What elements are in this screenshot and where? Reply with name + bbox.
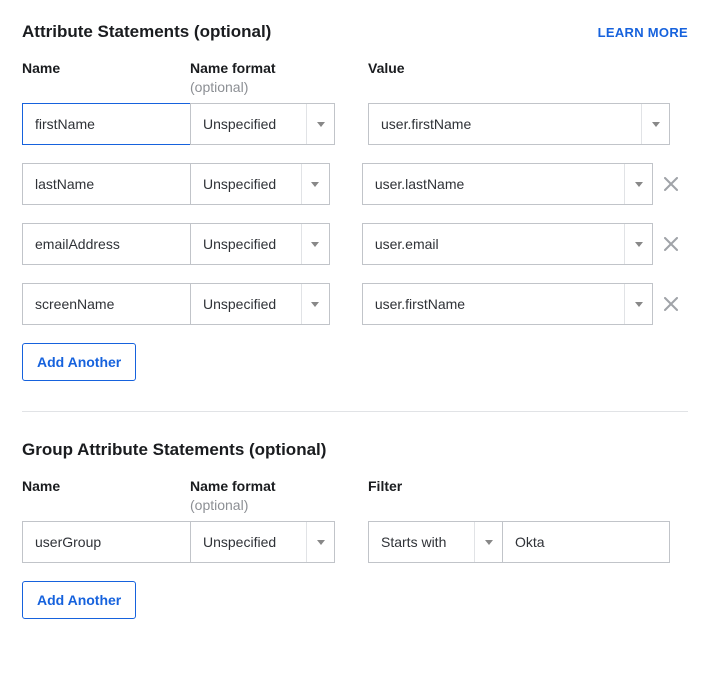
section-header-group: Group Attribute Statements (optional)	[22, 440, 688, 460]
attribute-row: Unspecified	[22, 163, 688, 205]
remove-row-button[interactable]	[653, 177, 688, 191]
name-format-select[interactable]: Unspecified	[190, 163, 330, 205]
chevron-down-icon	[301, 224, 329, 264]
header-format-label-group: Name format	[190, 478, 335, 494]
name-input[interactable]	[22, 103, 190, 145]
value-select[interactable]	[362, 223, 653, 265]
add-another-button[interactable]: Add Another	[22, 343, 136, 381]
filter-value-input[interactable]	[503, 521, 670, 563]
chevron-down-icon	[301, 284, 329, 324]
value-input[interactable]	[363, 224, 624, 264]
chevron-down-icon	[624, 284, 652, 324]
select-text: Unspecified	[191, 534, 306, 550]
header-value-label: Value	[368, 60, 670, 76]
col-name-header-group: Name	[22, 478, 190, 513]
learn-more-link[interactable]: LEARN MORE	[598, 25, 688, 40]
attribute-row: Unspecified	[22, 283, 688, 325]
header-name-label: Name	[22, 60, 190, 76]
section-divider	[22, 411, 688, 412]
col-value-header: Value	[368, 60, 670, 95]
columns-header-group: Name Name format (optional) Filter	[22, 478, 688, 513]
col-format-header-group: Name format (optional)	[190, 478, 335, 513]
value-input[interactable]	[369, 104, 641, 144]
chevron-down-icon	[474, 522, 502, 562]
value-input[interactable]	[363, 164, 624, 204]
name-input[interactable]	[22, 163, 190, 205]
select-text: Unspecified	[191, 176, 301, 192]
group-name-input[interactable]	[22, 521, 190, 563]
section-header: Attribute Statements (optional) LEARN MO…	[22, 22, 688, 42]
close-icon	[664, 297, 678, 311]
name-input[interactable]	[22, 283, 190, 325]
section-title: Attribute Statements (optional)	[22, 22, 271, 42]
value-select[interactable]	[362, 283, 653, 325]
header-format-label: Name format	[190, 60, 335, 76]
section-title-group: Group Attribute Statements (optional)	[22, 440, 326, 460]
name-format-select[interactable]: Unspecified	[190, 283, 330, 325]
chevron-down-icon	[306, 522, 334, 562]
name-input[interactable]	[22, 223, 190, 265]
attribute-row: Unspecified	[22, 103, 688, 145]
filter-operator-select[interactable]: Starts with	[368, 521, 503, 563]
select-text: Starts with	[369, 534, 474, 550]
select-text: Unspecified	[191, 296, 301, 312]
attribute-statements-section: Attribute Statements (optional) LEARN MO…	[22, 22, 688, 381]
close-icon	[664, 237, 678, 251]
header-name-label-group: Name	[22, 478, 190, 494]
value-select[interactable]	[368, 103, 670, 145]
remove-row-button[interactable]	[653, 237, 688, 251]
chevron-down-icon	[301, 164, 329, 204]
chevron-down-icon	[624, 164, 652, 204]
group-name-format-select[interactable]: Unspecified	[190, 521, 335, 563]
select-text: Unspecified	[191, 116, 306, 132]
chevron-down-icon	[641, 104, 669, 144]
col-name-header: Name	[22, 60, 190, 95]
value-input[interactable]	[363, 284, 624, 324]
select-text: Unspecified	[191, 236, 301, 252]
value-select[interactable]	[362, 163, 653, 205]
group-attribute-row: Unspecified Starts with	[22, 521, 688, 563]
group-attribute-statements-section: Group Attribute Statements (optional) Na…	[22, 440, 688, 619]
add-another-group-button[interactable]: Add Another	[22, 581, 136, 619]
header-filter-label-group: Filter	[368, 478, 670, 494]
header-format-sub-group: (optional)	[190, 497, 335, 513]
chevron-down-icon	[306, 104, 334, 144]
header-format-sub: (optional)	[190, 79, 335, 95]
chevron-down-icon	[624, 224, 652, 264]
columns-header: Name Name format (optional) Value	[22, 60, 688, 95]
attribute-row: Unspecified	[22, 223, 688, 265]
col-filter-header-group: Filter	[368, 478, 670, 513]
close-icon	[664, 177, 678, 191]
name-format-select[interactable]: Unspecified	[190, 223, 330, 265]
remove-row-button[interactable]	[653, 297, 688, 311]
name-format-select[interactable]: Unspecified	[190, 103, 335, 145]
col-format-header: Name format (optional)	[190, 60, 335, 95]
